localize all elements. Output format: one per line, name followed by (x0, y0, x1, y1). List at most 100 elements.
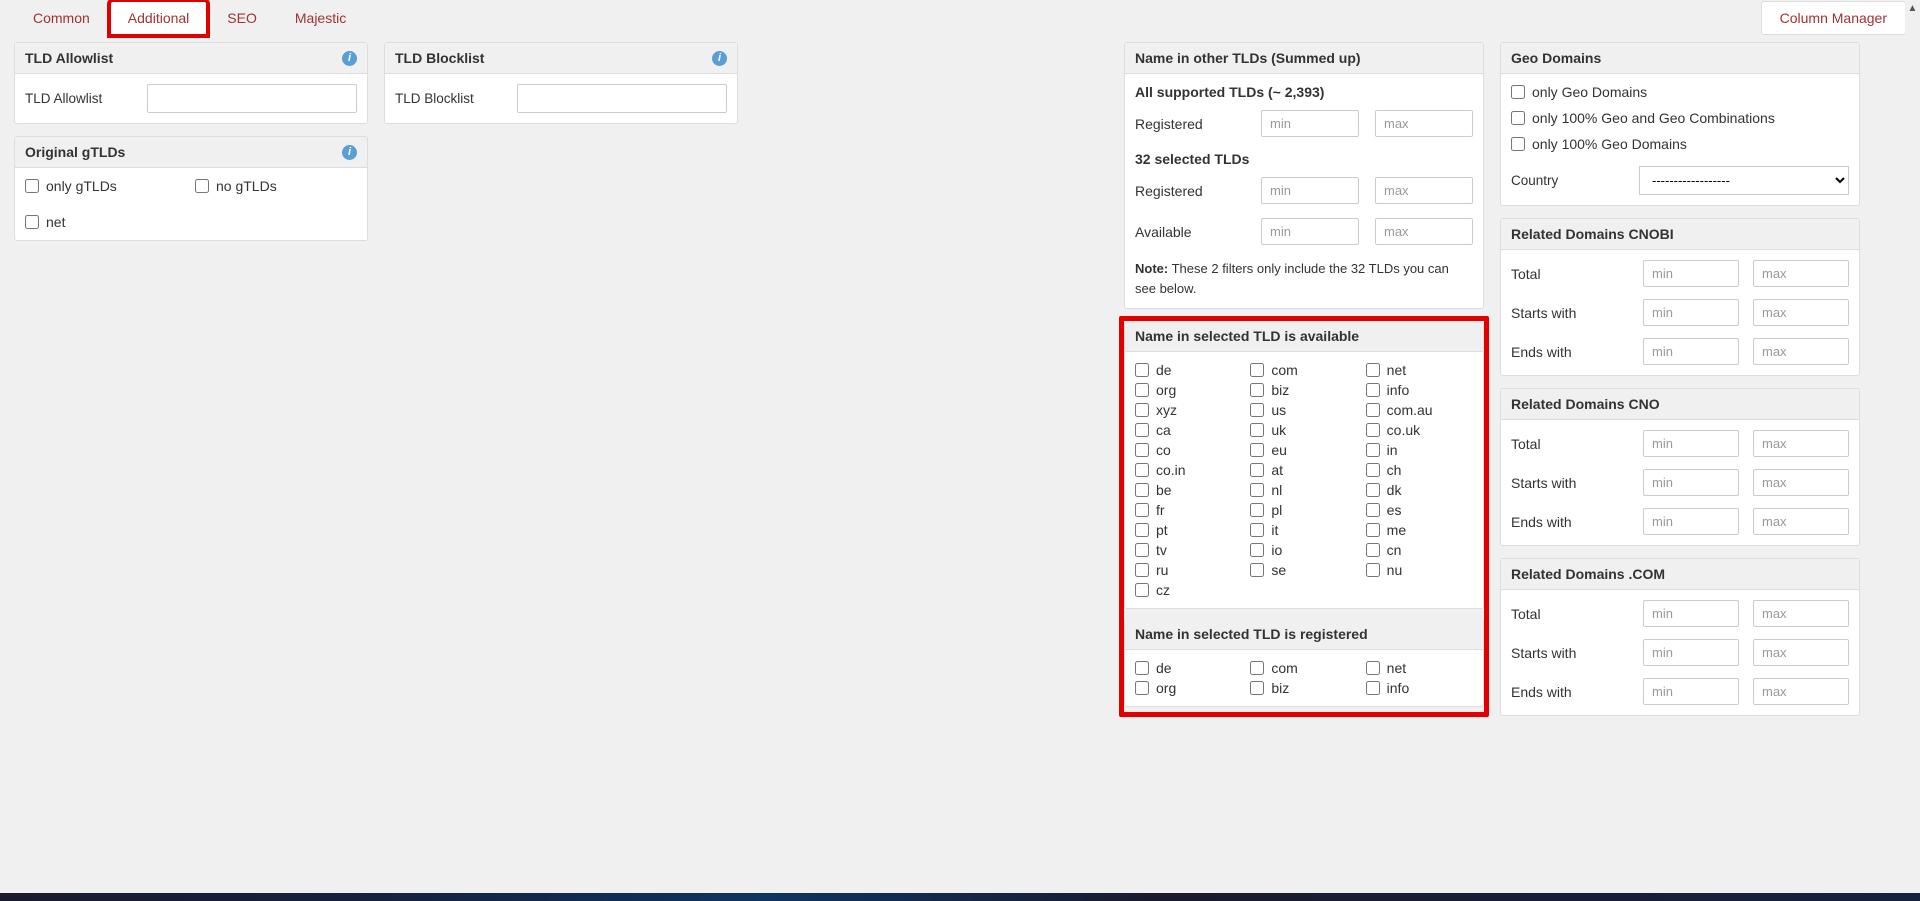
info-icon[interactable]: i (342, 51, 357, 66)
tld-avail-checkbox-net[interactable] (1366, 363, 1380, 377)
tld-avail-label-ch[interactable]: ch (1387, 462, 1402, 478)
tld-reg-label-net[interactable]: net (1387, 660, 1406, 676)
tld-avail-checkbox-biz[interactable] (1250, 383, 1264, 397)
checkbox-only-100-geo-combo[interactable] (1511, 111, 1525, 125)
tld-avail-checkbox-pl[interactable] (1250, 503, 1264, 517)
tld-avail-checkbox-com-au[interactable] (1366, 403, 1380, 417)
tld-avail-checkbox-dk[interactable] (1366, 483, 1380, 497)
tld-avail-checkbox-in[interactable] (1366, 443, 1380, 457)
com-total-max-input[interactable] (1753, 600, 1849, 627)
tld-avail-label-co-uk[interactable]: co.uk (1387, 422, 1420, 438)
tld-reg-checkbox-com[interactable] (1250, 661, 1264, 675)
tld-avail-label-co[interactable]: co (1156, 442, 1171, 458)
cno-ends-with-min-input[interactable] (1643, 508, 1739, 535)
tld-avail-label-cn[interactable]: cn (1387, 542, 1402, 558)
cno-total-max-input[interactable] (1753, 430, 1849, 457)
tld-avail-label-es[interactable]: es (1387, 502, 1402, 518)
tab-additional[interactable]: Additional (109, 0, 209, 36)
tld-avail-checkbox-me[interactable] (1366, 523, 1380, 537)
tld-reg-checkbox-org[interactable] (1135, 681, 1149, 695)
tld-avail-checkbox-it[interactable] (1250, 523, 1264, 537)
tld-reg-checkbox-net[interactable] (1366, 661, 1380, 675)
scroll-up-arrow[interactable]: ▲ (1905, 0, 1920, 16)
tld-avail-label-us[interactable]: us (1271, 402, 1286, 418)
tld-avail-checkbox-ca[interactable] (1135, 423, 1149, 437)
registered-32-max-input[interactable] (1375, 177, 1473, 204)
tld-reg-checkbox-info[interactable] (1366, 681, 1380, 695)
cno-total-min-input[interactable] (1643, 430, 1739, 457)
tld-avail-label-org[interactable]: org (1156, 382, 1176, 398)
label-net[interactable]: net (46, 214, 65, 230)
tld-avail-checkbox-co-uk[interactable] (1366, 423, 1380, 437)
cnobi-ends-with-max-input[interactable] (1753, 338, 1849, 365)
cno-ends-with-max-input[interactable] (1753, 508, 1849, 535)
tld-avail-checkbox-com[interactable] (1250, 363, 1264, 377)
tld-avail-label-be[interactable]: be (1156, 482, 1172, 498)
country-select[interactable]: ------------------ (1639, 166, 1849, 195)
label-only-gtlds[interactable]: only gTLDs (46, 178, 117, 194)
tld-avail-checkbox-nu[interactable] (1366, 563, 1380, 577)
tld-avail-checkbox-io[interactable] (1250, 543, 1264, 557)
tld-avail-label-co-in[interactable]: co.in (1156, 462, 1186, 478)
tld-avail-checkbox-tv[interactable] (1135, 543, 1149, 557)
tld-avail-label-at[interactable]: at (1271, 462, 1283, 478)
tld-avail-label-se[interactable]: se (1271, 562, 1286, 578)
tld-avail-checkbox-co-in[interactable] (1135, 463, 1149, 477)
tld-avail-checkbox-at[interactable] (1250, 463, 1264, 477)
available-32-min-input[interactable] (1261, 218, 1359, 245)
com-ends-with-min-input[interactable] (1643, 678, 1739, 705)
tld-avail-checkbox-co[interactable] (1135, 443, 1149, 457)
tld-avail-checkbox-uk[interactable] (1250, 423, 1264, 437)
cno-starts-with-min-input[interactable] (1643, 469, 1739, 496)
label-only-geo[interactable]: only Geo Domains (1532, 84, 1647, 100)
cnobi-total-min-input[interactable] (1643, 260, 1739, 287)
cnobi-total-max-input[interactable] (1753, 260, 1849, 287)
checkbox-only-gtlds[interactable] (25, 179, 39, 193)
tld-avail-checkbox-cz[interactable] (1135, 583, 1149, 597)
tld-avail-label-biz[interactable]: biz (1271, 382, 1289, 398)
checkbox-only-100-geo[interactable] (1511, 137, 1525, 151)
info-icon[interactable]: i (712, 51, 727, 66)
tld-avail-checkbox-info[interactable] (1366, 383, 1380, 397)
tld-avail-checkbox-de[interactable] (1135, 363, 1149, 377)
tld-avail-label-nl[interactable]: nl (1271, 482, 1282, 498)
tld-avail-checkbox-ch[interactable] (1366, 463, 1380, 477)
tld-avail-checkbox-us[interactable] (1250, 403, 1264, 417)
tld-avail-checkbox-xyz[interactable] (1135, 403, 1149, 417)
available-32-max-input[interactable] (1375, 218, 1473, 245)
com-starts-with-max-input[interactable] (1753, 639, 1849, 666)
label-no-gtlds[interactable]: no gTLDs (216, 178, 277, 194)
tld-avail-label-dk[interactable]: dk (1387, 482, 1402, 498)
tld-avail-checkbox-eu[interactable] (1250, 443, 1264, 457)
registered-all-max-input[interactable] (1375, 110, 1473, 137)
tld-reg-checkbox-de[interactable] (1135, 661, 1149, 675)
tld-blocklist-input[interactable] (517, 84, 727, 113)
cnobi-starts-with-max-input[interactable] (1753, 299, 1849, 326)
tld-avail-label-me[interactable]: me (1387, 522, 1406, 538)
cnobi-starts-with-min-input[interactable] (1643, 299, 1739, 326)
tld-avail-label-pt[interactable]: pt (1156, 522, 1168, 538)
tld-avail-checkbox-ru[interactable] (1135, 563, 1149, 577)
tld-avail-label-ru[interactable]: ru (1156, 562, 1168, 578)
tld-allowlist-input[interactable] (147, 84, 357, 113)
tld-avail-label-ca[interactable]: ca (1156, 422, 1171, 438)
tld-avail-checkbox-cn[interactable] (1366, 543, 1380, 557)
registered-all-min-input[interactable] (1261, 110, 1359, 137)
tld-avail-checkbox-es[interactable] (1366, 503, 1380, 517)
tld-avail-label-eu[interactable]: eu (1271, 442, 1287, 458)
tld-avail-label-nu[interactable]: nu (1387, 562, 1403, 578)
tld-avail-label-net[interactable]: net (1387, 362, 1406, 378)
tld-reg-label-info[interactable]: info (1387, 680, 1410, 696)
com-starts-with-min-input[interactable] (1643, 639, 1739, 666)
checkbox-net[interactable] (25, 215, 39, 229)
tld-reg-label-org[interactable]: org (1156, 680, 1176, 696)
tld-avail-label-fr[interactable]: fr (1156, 502, 1165, 518)
info-icon[interactable]: i (342, 145, 357, 160)
tld-avail-checkbox-be[interactable] (1135, 483, 1149, 497)
tld-avail-checkbox-se[interactable] (1250, 563, 1264, 577)
tld-avail-label-in[interactable]: in (1387, 442, 1398, 458)
tld-reg-label-com[interactable]: com (1271, 660, 1297, 676)
com-ends-with-max-input[interactable] (1753, 678, 1849, 705)
tab-majestic[interactable]: Majestic (276, 0, 365, 36)
tld-reg-label-de[interactable]: de (1156, 660, 1172, 676)
